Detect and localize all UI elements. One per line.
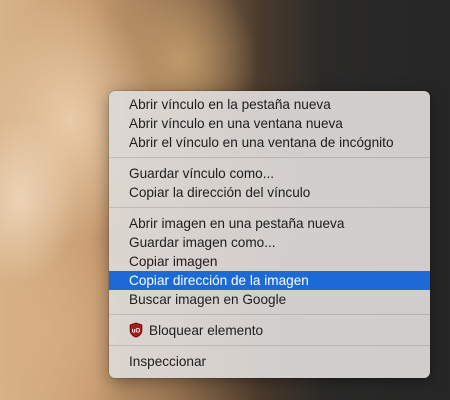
ublock-origin-shield-icon: uO [129, 322, 143, 338]
menu-item-save-image-as[interactable]: Guardar imagen como... [109, 233, 430, 252]
menu-item-save-link-as[interactable]: Guardar vínculo como... [109, 164, 430, 183]
menu-item-copy-image[interactable]: Copiar imagen [109, 252, 430, 271]
menu-item-open-image-new-tab[interactable]: Abrir imagen en una pestaña nueva [109, 214, 430, 233]
context-menu: Abrir vínculo en la pestaña nueva Abrir … [109, 91, 430, 378]
svg-text:uO: uO [132, 328, 141, 335]
menu-item-inspect[interactable]: Inspeccionar [109, 352, 430, 371]
menu-item-label: Bloquear elemento [149, 323, 264, 338]
menu-item-open-link-new-window[interactable]: Abrir vínculo en una ventana nueva [109, 114, 430, 133]
menu-item-search-image-google[interactable]: Buscar imagen en Google [109, 290, 430, 309]
menu-separator [109, 345, 430, 346]
menu-item-block-element[interactable]: uO Bloquear elemento [109, 321, 430, 340]
menu-separator [109, 207, 430, 208]
menu-separator [109, 157, 430, 158]
menu-item-copy-link-address[interactable]: Copiar la dirección del vínculo [109, 183, 430, 202]
menu-separator [109, 314, 430, 315]
menu-item-open-link-new-tab[interactable]: Abrir vínculo en la pestaña nueva [109, 95, 430, 114]
menu-item-open-link-incognito[interactable]: Abrir el vínculo en una ventana de incóg… [109, 133, 430, 152]
menu-item-copy-image-address[interactable]: Copiar dirección de la imagen [109, 271, 430, 290]
